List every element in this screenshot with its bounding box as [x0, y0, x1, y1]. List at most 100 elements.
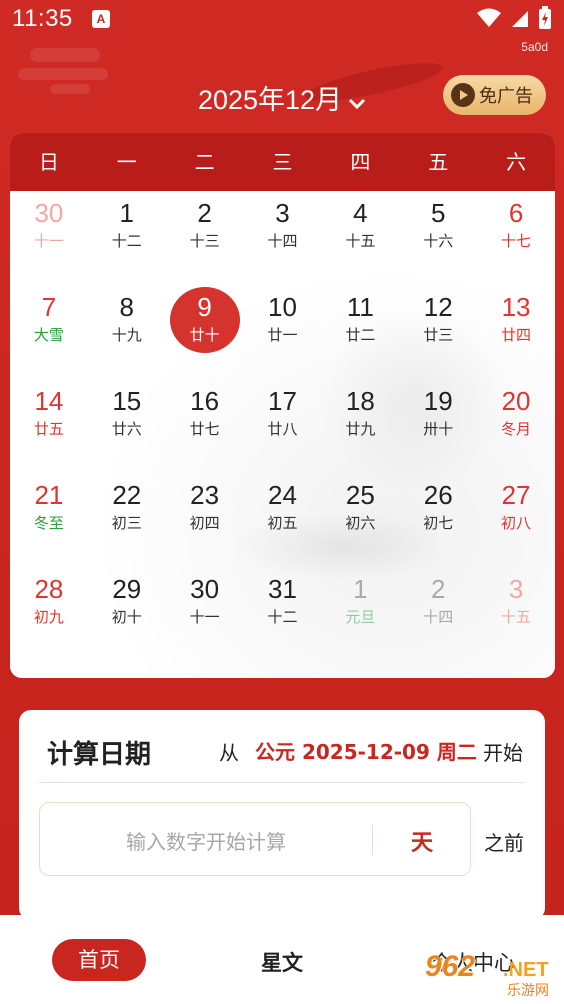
cloud-decoration [30, 48, 100, 62]
lunar-date: 廿六 [111, 420, 142, 438]
lunar-date: 初七 [423, 514, 454, 532]
day-cell[interactable]: 30 十一 [10, 191, 88, 285]
day-number: 29 [112, 574, 142, 604]
direction-selector[interactable]: 之前 [484, 827, 524, 856]
day-number: 3 [508, 574, 524, 604]
lunar-date: 廿九 [345, 420, 376, 438]
day-cell[interactable]: 4 十五 [321, 191, 399, 285]
calendar-card: 日 一 二 三 四 五 六 30 十一 1 十二 2 十三 3 十四 4 十五 5 十六 6 十七 7 大雪 8 十九 9 廿十 1… [10, 133, 555, 678]
play-icon [451, 83, 475, 107]
day-cell[interactable]: 14 廿五 [10, 379, 88, 473]
day-cell[interactable]: 2 十三 [166, 191, 244, 285]
day-cell[interactable]: 27 初八 [477, 473, 555, 567]
battery-icon [539, 6, 551, 29]
lunar-date: 初八 [501, 514, 532, 532]
day-number: 2 [430, 574, 446, 604]
calc-start-date[interactable]: 公元 2025-12-09 周二 [255, 736, 477, 765]
day-cell[interactable]: 25 初六 [321, 473, 399, 567]
day-number: 9 [197, 292, 212, 322]
day-number: 1 [119, 198, 134, 228]
lunar-date: 冬至 [33, 514, 64, 532]
day-cell[interactable]: 2 十四 [399, 567, 477, 661]
lunar-date: 廿八 [267, 420, 298, 438]
day-number: 26 [423, 480, 453, 510]
nav-star-tab[interactable]: 星文 [232, 947, 332, 977]
unit-selector[interactable]: 天 [372, 825, 472, 857]
lunar-date: 十四 [267, 232, 298, 250]
lunar-date: 廿三 [423, 326, 454, 344]
day-number: 23 [190, 480, 220, 510]
day-number: 3 [275, 198, 290, 228]
calc-title: 计算日期 [47, 740, 152, 770]
day-cell[interactable]: 17 廿八 [244, 379, 322, 473]
day-cell[interactable]: 29 初十 [88, 567, 166, 661]
day-cell[interactable]: 30 十一 [166, 567, 244, 661]
calc-start-label: 开始 [483, 741, 523, 765]
lunar-date: 初十 [111, 608, 142, 626]
day-cell[interactable]: 19 卅十 [399, 379, 477, 473]
lunar-date: 十二 [267, 608, 298, 626]
day-number: 25 [345, 480, 375, 510]
day-cell[interactable]: 21 冬至 [10, 473, 88, 567]
date-calc-card: 计算日期 从 公元 2025-12-09 周二 开始 输入数字开始计算 天 之前 [19, 710, 545, 920]
month-title: 2025年12月 [197, 85, 343, 115]
day-number: 20 [501, 386, 531, 416]
day-cell[interactable]: 18 廿九 [321, 379, 399, 473]
day-cell[interactable]: 3 十四 [244, 191, 322, 285]
day-cell[interactable]: 11 廿二 [321, 285, 399, 379]
day-cell[interactable]: 5 十六 [399, 191, 477, 285]
day-cell[interactable]: 7 大雪 [10, 285, 88, 379]
lunar-date: 初四 [189, 514, 220, 532]
signal-icon [512, 11, 528, 27]
day-cell[interactable]: 23 初四 [166, 473, 244, 567]
day-number: 21 [34, 480, 64, 510]
day-cell[interactable]: 8 十九 [88, 285, 166, 379]
day-cell[interactable]: 26 初七 [399, 473, 477, 567]
lunar-date: 廿一 [267, 326, 298, 344]
ad-free-button[interactable]: 免广告 [443, 75, 546, 115]
day-cell[interactable]: 10 廿一 [244, 285, 322, 379]
ad-free-label: 免广告 [479, 86, 533, 107]
day-cell[interactable]: 31 十二 [244, 567, 322, 661]
lunar-date: 初六 [345, 514, 376, 532]
day-cell[interactable]: 13 廿四 [477, 285, 555, 379]
day-number: 13 [501, 292, 531, 322]
day-number: 2 [197, 198, 212, 228]
weekday-label: 五 [428, 150, 449, 174]
weekday-label: 四 [350, 150, 371, 174]
day-cell[interactable]: 28 初九 [10, 567, 88, 661]
day-number: 5 [430, 198, 446, 228]
lunar-date: 十三 [189, 232, 220, 250]
day-cell[interactable]: 6 十七 [477, 191, 555, 285]
site-watermark-logo: 962 .NET 乐游网 [425, 950, 560, 999]
lunar-date: 十五 [501, 608, 532, 626]
lunar-date: 大雪 [33, 326, 64, 344]
day-cell[interactable]: 22 初三 [88, 473, 166, 567]
day-number: 31 [268, 574, 297, 604]
day-cell[interactable]: 1 元旦 [321, 567, 399, 661]
day-number: 28 [34, 574, 64, 604]
lunar-date: 元旦 [345, 608, 376, 626]
status-bar: 11:35 A 5a0d [0, 0, 564, 54]
wifi-icon [477, 8, 501, 27]
day-cell[interactable]: 9 廿十 [166, 285, 244, 379]
day-cell[interactable]: 1 十二 [88, 191, 166, 285]
day-number: 10 [268, 292, 297, 322]
lunar-date: 廿十 [189, 326, 220, 344]
day-cell[interactable]: 15 廿六 [88, 379, 166, 473]
lunar-date: 初三 [111, 514, 142, 532]
days-input-field[interactable]: 输入数字开始计算 天 [39, 802, 471, 876]
day-cell[interactable]: 3 十五 [477, 567, 555, 661]
chevron-down-icon [348, 86, 366, 117]
nav-home-tab[interactable]: 首页 [52, 939, 146, 981]
day-cell[interactable]: 16 廿七 [166, 379, 244, 473]
day-cell[interactable]: 20 冬月 [477, 379, 555, 473]
day-cell[interactable]: 24 初五 [244, 473, 322, 567]
lunar-date: 十七 [501, 232, 532, 250]
lunar-date: 初五 [267, 514, 298, 532]
lunar-date: 十九 [111, 326, 142, 344]
day-number: 30 [190, 574, 220, 604]
lunar-date: 十六 [423, 232, 454, 250]
lunar-date: 廿四 [501, 326, 532, 344]
day-cell[interactable]: 12 廿三 [399, 285, 477, 379]
